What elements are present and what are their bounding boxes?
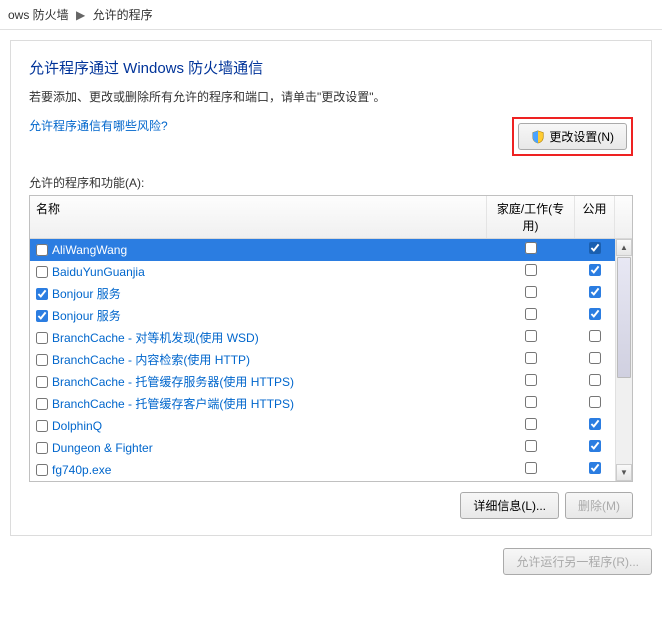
public-checkbox[interactable] (589, 396, 601, 408)
public-checkbox[interactable] (589, 308, 601, 320)
home-checkbox[interactable] (525, 352, 537, 364)
home-checkbox[interactable] (525, 462, 537, 474)
allow-another-program-button[interactable]: 允许运行另一程序(R)... (503, 548, 652, 575)
public-checkbox[interactable] (589, 264, 601, 276)
risks-link[interactable]: 允许程序通信有哪些风险? (29, 117, 168, 134)
table-row[interactable]: BranchCache - 对等机发现(使用 WSD) (30, 327, 632, 349)
scrollbar[interactable]: ▲ ▼ (615, 239, 632, 481)
table-row[interactable]: Bonjour 服务 (30, 283, 632, 305)
table-row[interactable]: Bonjour 服务 (30, 305, 632, 327)
table-body: AliWangWang BaiduYunGuanjia Bonjour 服务 Bonj… (30, 239, 632, 481)
program-name: AliWangWang (52, 241, 127, 259)
scroll-down-button[interactable]: ▼ (616, 464, 632, 481)
enable-checkbox[interactable] (36, 310, 48, 322)
scroll-up-button[interactable]: ▲ (616, 239, 632, 256)
public-checkbox[interactable] (589, 440, 601, 452)
program-name: DolphinQ (52, 417, 102, 435)
program-name: BranchCache - 内容检索(使用 HTTP) (52, 351, 250, 369)
program-name: BaiduYunGuanjia (52, 263, 145, 281)
table-row[interactable]: BranchCache - 托管缓存客户端(使用 HTTPS) (30, 393, 632, 415)
program-name: BranchCache - 托管缓存服务器(使用 HTTPS) (52, 373, 294, 391)
table-row[interactable]: BranchCache - 托管缓存服务器(使用 HTTPS) (30, 371, 632, 393)
change-settings-button[interactable]: 更改设置(N) (518, 123, 627, 150)
programs-table: 名称 家庭/工作(专用) 公用 AliWangWang BaiduYunGuanj… (29, 195, 633, 482)
header-public[interactable]: 公用 (575, 196, 615, 238)
breadcrumb-separator: ▶ (76, 8, 85, 22)
page-title: 允许程序通过 Windows 防火墙通信 (29, 57, 633, 78)
program-name: BranchCache - 托管缓存客户端(使用 HTTPS) (52, 395, 294, 413)
home-checkbox[interactable] (525, 396, 537, 408)
table-row[interactable]: BaiduYunGuanjia (30, 261, 632, 283)
enable-checkbox[interactable] (36, 376, 48, 388)
page-description: 若要添加、更改或删除所有允许的程序和端口，请单击"更改设置"。 (29, 88, 633, 105)
enable-checkbox[interactable] (36, 288, 48, 300)
home-checkbox[interactable] (525, 308, 537, 320)
table-row[interactable]: DolphinQ (30, 415, 632, 437)
program-name: Bonjour 服务 (52, 285, 121, 303)
breadcrumb-part1[interactable]: ows 防火墙 (8, 8, 69, 22)
public-checkbox[interactable] (589, 418, 601, 430)
scroll-track[interactable] (616, 256, 632, 464)
public-checkbox[interactable] (589, 242, 601, 254)
public-checkbox[interactable] (589, 330, 601, 342)
home-checkbox[interactable] (525, 418, 537, 430)
change-settings-highlight: 更改设置(N) (512, 117, 633, 156)
home-checkbox[interactable] (525, 242, 537, 254)
details-button[interactable]: 详细信息(L)... (460, 492, 559, 519)
enable-checkbox[interactable] (36, 354, 48, 366)
home-checkbox[interactable] (525, 330, 537, 342)
program-name: Dungeon & Fighter (52, 439, 153, 457)
home-checkbox[interactable] (525, 440, 537, 452)
home-checkbox[interactable] (525, 374, 537, 386)
public-checkbox[interactable] (589, 352, 601, 364)
content-panel: 允许程序通过 Windows 防火墙通信 若要添加、更改或删除所有允许的程序和端… (10, 40, 652, 536)
home-checkbox[interactable] (525, 264, 537, 276)
table-row[interactable]: fg740p.exe (30, 459, 632, 481)
table-row[interactable]: BranchCache - 内容检索(使用 HTTP) (30, 349, 632, 371)
enable-checkbox[interactable] (36, 266, 48, 278)
header-home[interactable]: 家庭/工作(专用) (487, 196, 575, 238)
home-checkbox[interactable] (525, 286, 537, 298)
change-settings-label: 更改设置(N) (549, 128, 614, 145)
breadcrumb-part2[interactable]: 允许的程序 (93, 8, 153, 22)
program-name: fg740p.exe (52, 461, 111, 479)
enable-checkbox[interactable] (36, 420, 48, 432)
enable-checkbox[interactable] (36, 244, 48, 256)
program-name: Bonjour 服务 (52, 307, 121, 325)
public-checkbox[interactable] (589, 286, 601, 298)
enable-checkbox[interactable] (36, 332, 48, 344)
shield-icon (531, 130, 545, 144)
header-scroll-spacer (615, 196, 632, 238)
section-label: 允许的程序和功能(A): (29, 174, 633, 191)
table-row[interactable]: AliWangWang (30, 239, 632, 261)
table-row[interactable]: Dungeon & Fighter (30, 437, 632, 459)
enable-checkbox[interactable] (36, 398, 48, 410)
enable-checkbox[interactable] (36, 464, 48, 476)
program-name: BranchCache - 对等机发现(使用 WSD) (52, 329, 259, 347)
table-header: 名称 家庭/工作(专用) 公用 (30, 196, 632, 239)
breadcrumb: ows 防火墙 ▶ 允许的程序 (0, 0, 662, 30)
scroll-thumb[interactable] (617, 257, 631, 378)
public-checkbox[interactable] (589, 374, 601, 386)
header-name[interactable]: 名称 (30, 196, 487, 238)
delete-button[interactable]: 删除(M) (565, 492, 633, 519)
public-checkbox[interactable] (589, 462, 601, 474)
enable-checkbox[interactable] (36, 442, 48, 454)
